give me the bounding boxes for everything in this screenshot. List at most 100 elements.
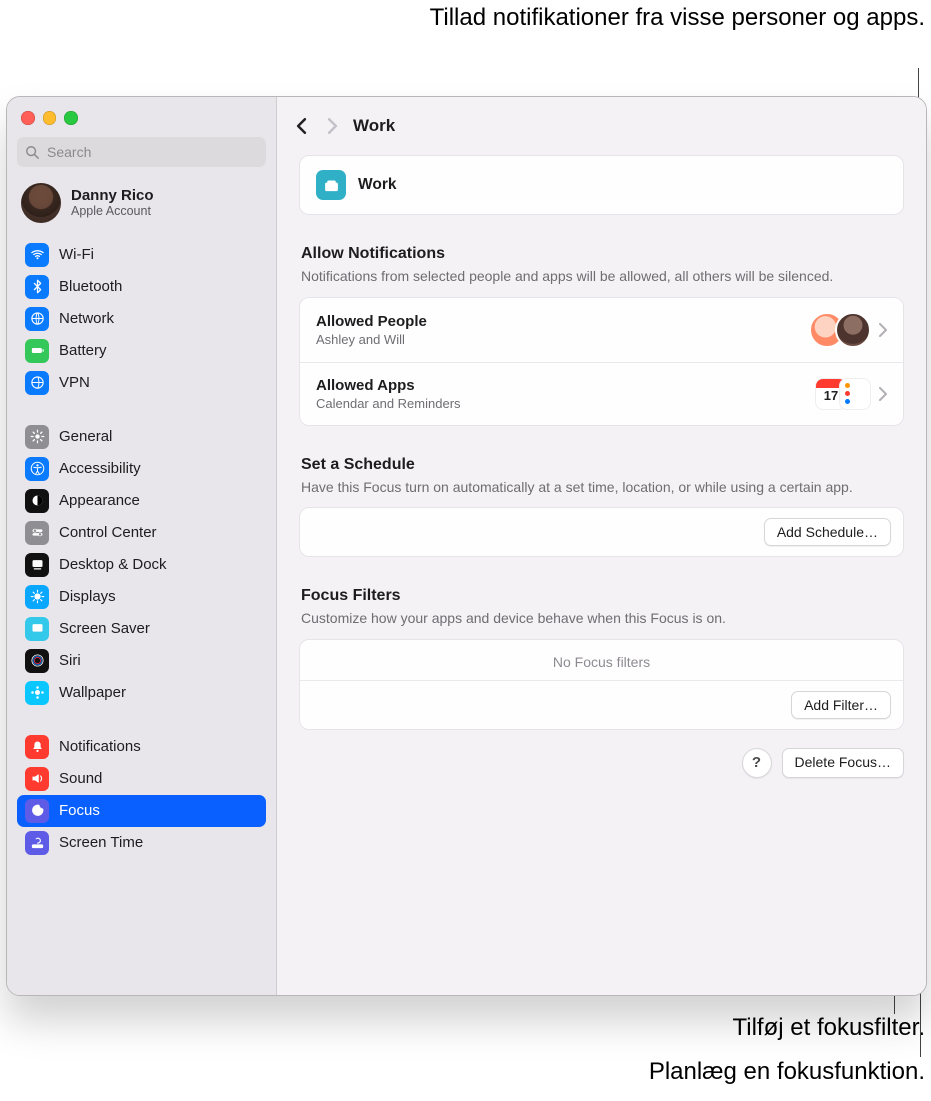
sidebar-item-label: Bluetooth xyxy=(59,278,122,295)
wallpaper-icon xyxy=(25,681,49,705)
sidebar-item-notifications[interactable]: Notifications xyxy=(17,731,266,763)
sidebar-item-label: Wallpaper xyxy=(59,684,126,701)
apple-account-row[interactable]: Danny Rico Apple Account xyxy=(17,179,266,237)
sidebar-item-label: Notifications xyxy=(59,738,141,755)
allowed-apps-sub: Calendar and Reminders xyxy=(316,396,461,411)
callout-bottom-schedule: Planlæg en fokusfunktion. xyxy=(425,1056,925,1088)
sidebar-item-wallpaper[interactable]: Wallpaper xyxy=(17,677,266,709)
filters-panel: No Focus filters Add Filter… xyxy=(299,639,904,730)
sidebar-item-accessibility[interactable]: Accessibility xyxy=(17,453,266,485)
sidebar-item-label: Screen Time xyxy=(59,834,143,851)
callout-filter-leader-dot xyxy=(894,1013,895,1014)
callout-bottom-schedule-text: Planlæg en fokusfunktion. xyxy=(425,1056,925,1088)
apps-icons xyxy=(815,378,871,410)
sidebar-item-displays[interactable]: Displays xyxy=(17,581,266,613)
allowed-people-row[interactable]: Allowed People Ashley and Will xyxy=(300,298,903,362)
gear-icon xyxy=(25,425,49,449)
sidebar-item-control-center[interactable]: Control Center xyxy=(17,517,266,549)
allowed-apps-row[interactable]: Allowed Apps Calendar and Reminders xyxy=(300,362,903,425)
sidebar-item-siri[interactable]: Siri xyxy=(17,645,266,677)
reminders-app-icon xyxy=(839,378,871,410)
desktop-dock-icon xyxy=(25,553,49,577)
callout-top-text: Tillad notifikationer fra visse personer… xyxy=(425,2,925,34)
sidebar-item-label: Appearance xyxy=(59,492,140,509)
help-button[interactable]: ? xyxy=(742,748,772,778)
window-controls xyxy=(17,107,266,133)
sidebar-item-label: Control Center xyxy=(59,524,157,541)
sound-icon xyxy=(25,767,49,791)
siri-icon xyxy=(25,649,49,673)
accessibility-icon xyxy=(25,457,49,481)
sidebar-item-label: General xyxy=(59,428,112,445)
sidebar-item-label: Sound xyxy=(59,770,102,787)
focus-name-row[interactable]: Work xyxy=(299,155,904,215)
screen-saver-icon xyxy=(25,617,49,641)
sidebar-item-screen-time[interactable]: Screen Time xyxy=(17,827,266,859)
sidebar-item-general[interactable]: General xyxy=(17,421,266,453)
back-button[interactable] xyxy=(295,117,308,135)
notifications-icon xyxy=(25,735,49,759)
filters-empty-label: No Focus filters xyxy=(300,640,903,680)
add-filter-button[interactable]: Add Filter… xyxy=(791,691,891,719)
sidebar-item-sound[interactable]: Sound xyxy=(17,763,266,795)
sidebar-item-appearance[interactable]: Appearance xyxy=(17,485,266,517)
add-schedule-button[interactable]: Add Schedule… xyxy=(764,518,891,546)
schedule-title: Set a Schedule xyxy=(301,456,902,474)
allowed-apps-title: Allowed Apps xyxy=(316,377,461,394)
close-window-button[interactable] xyxy=(21,111,35,125)
content-titlebar: Work xyxy=(277,97,926,155)
search-field[interactable] xyxy=(17,137,266,167)
forward-button[interactable] xyxy=(326,117,339,135)
chevron-right-icon xyxy=(879,387,887,401)
sidebar-item-vpn[interactable]: VPN xyxy=(17,367,266,399)
sidebar-item-desktop-dock[interactable]: Desktop & Dock xyxy=(17,549,266,581)
sidebar-item-wi-fi[interactable]: Wi-Fi xyxy=(17,239,266,271)
page-title: Work xyxy=(353,116,395,136)
delete-focus-button[interactable]: Delete Focus… xyxy=(782,748,904,778)
schedule-sub: Have this Focus turn on automatically at… xyxy=(301,478,902,498)
sidebar: Danny Rico Apple Account Wi-Fi Bluetooth N… xyxy=(7,97,277,995)
sidebar-item-screen-saver[interactable]: Screen Saver xyxy=(17,613,266,645)
callout-bottom-filter-text: Tilføj et fokusfilter. xyxy=(425,1012,925,1044)
sidebar-item-label: Desktop & Dock xyxy=(59,556,167,573)
sidebar-item-network[interactable]: Network xyxy=(17,303,266,335)
sidebar-spacer-1 xyxy=(17,401,266,419)
sidebar-item-label: Displays xyxy=(59,588,116,605)
sidebar-item-label: Wi-Fi xyxy=(59,246,94,263)
search-input[interactable] xyxy=(45,143,258,161)
displays-icon xyxy=(25,585,49,609)
sidebar-item-battery[interactable]: Battery xyxy=(17,335,266,367)
settings-window: Danny Rico Apple Account Wi-Fi Bluetooth N… xyxy=(6,96,927,996)
minimize-window-button[interactable] xyxy=(43,111,57,125)
sidebar-item-label: Siri xyxy=(59,652,81,669)
wifi-icon xyxy=(25,243,49,267)
focus-icon xyxy=(25,799,49,823)
chevron-right-icon xyxy=(879,323,887,337)
callout-bottom-filter: Tilføj et fokusfilter. xyxy=(425,1012,925,1044)
sidebar-item-focus[interactable]: Focus xyxy=(17,795,266,827)
maximize-window-button[interactable] xyxy=(64,111,78,125)
screen-time-icon xyxy=(25,831,49,855)
sidebar-item-label: Accessibility xyxy=(59,460,141,477)
callout-top: Tillad notifikationer fra visse personer… xyxy=(425,2,925,34)
bluetooth-icon xyxy=(25,275,49,299)
focus-name-label: Work xyxy=(358,176,396,194)
filters-title: Focus Filters xyxy=(301,587,902,605)
people-avatars xyxy=(809,312,871,348)
sidebar-group-1: Wi-Fi Bluetooth NetworkBattery VPN xyxy=(17,237,266,401)
briefcase-icon xyxy=(316,170,346,200)
sidebar-group-2: General Accessibility Appearance Control Ce… xyxy=(17,419,266,711)
allow-notifications-title: Allow Notifications xyxy=(301,245,902,263)
filters-sub: Customize how your apps and device behav… xyxy=(301,609,902,629)
sidebar-item-bluetooth[interactable]: Bluetooth xyxy=(17,271,266,303)
account-name: Danny Rico xyxy=(71,187,154,204)
search-icon xyxy=(25,145,39,159)
allow-panel: Allowed People Ashley and Will xyxy=(299,297,904,426)
allowed-people-sub: Ashley and Will xyxy=(316,332,427,347)
vpn-icon xyxy=(25,371,49,395)
network-icon xyxy=(25,307,49,331)
sidebar-group-3: Notifications Sound Focus Screen Time xyxy=(17,729,266,861)
sidebar-item-label: VPN xyxy=(59,374,90,391)
sidebar-spacer-2 xyxy=(17,711,266,729)
sidebar-item-label: Focus xyxy=(59,802,100,819)
